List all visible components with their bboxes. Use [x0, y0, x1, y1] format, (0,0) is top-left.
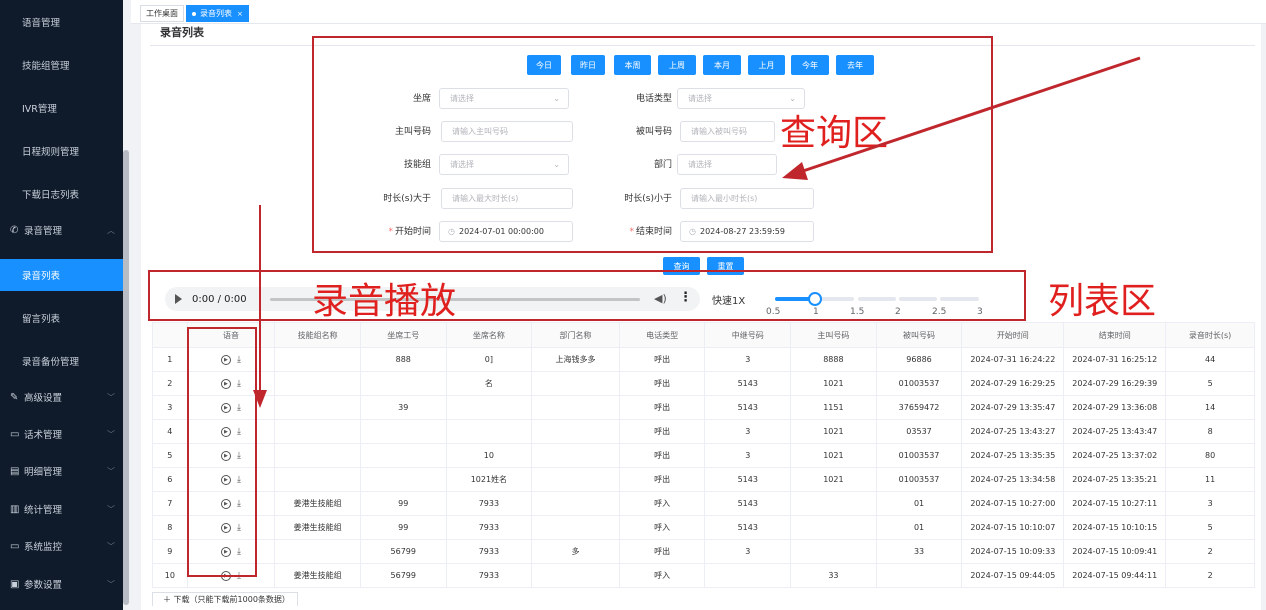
query-arrow-head — [782, 162, 808, 180]
annotation-arrows — [253, 56, 1141, 408]
query-arrow-line — [799, 56, 1141, 174]
playback-arrow-head — [253, 390, 267, 408]
